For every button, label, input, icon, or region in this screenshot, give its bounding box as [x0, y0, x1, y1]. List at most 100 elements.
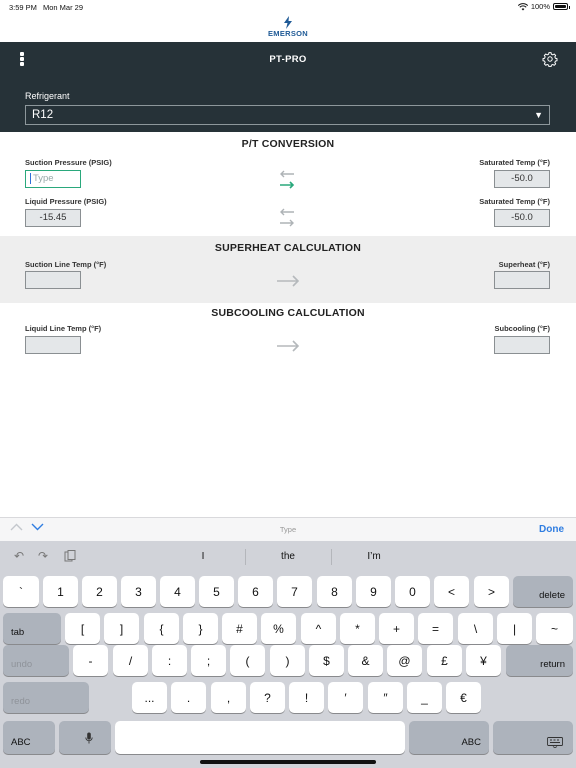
- key-label: ?: [264, 690, 271, 705]
- key[interactable]: 7: [277, 576, 312, 607]
- suction-line-temp-field[interactable]: [25, 271, 81, 289]
- saturated-temp-field-2[interactable]: -50.0: [494, 209, 550, 227]
- key[interactable]: !: [289, 682, 324, 713]
- saturated-temp-field-1[interactable]: -50.0: [494, 170, 550, 188]
- redo-key[interactable]: redo: [3, 682, 89, 713]
- suggestion-3[interactable]: I’m: [334, 551, 414, 562]
- suggestion-1[interactable]: I: [163, 551, 243, 562]
- key-label: 3: [135, 584, 142, 599]
- key[interactable]: £: [427, 645, 462, 676]
- key[interactable]: ...: [132, 682, 167, 713]
- key[interactable]: :: [152, 645, 187, 676]
- superheat-title: SUPERHEAT CALCULATION: [214, 242, 362, 254]
- abc-key[interactable]: ABC: [3, 721, 55, 754]
- key[interactable]: ): [270, 645, 305, 676]
- delete-key[interactable]: delete: [513, 576, 573, 607]
- key[interactable]: ]: [104, 613, 139, 644]
- key[interactable]: (: [230, 645, 265, 676]
- suggestion-2[interactable]: the: [248, 551, 328, 562]
- key[interactable]: $: [309, 645, 344, 676]
- key-label: /: [128, 653, 133, 668]
- subcooling-field[interactable]: [494, 336, 550, 354]
- key-label: ): [285, 653, 290, 668]
- hide-keyboard-key[interactable]: [493, 721, 573, 754]
- suction-pressure-input[interactable]: Type: [25, 170, 81, 188]
- key[interactable]: 2: [82, 576, 117, 607]
- superheat-field[interactable]: [494, 271, 550, 289]
- tab-key[interactable]: tab: [3, 613, 61, 644]
- abc-key-right[interactable]: ABC: [409, 721, 489, 754]
- done-button[interactable]: Done: [539, 524, 564, 535]
- key[interactable]: ;: [191, 645, 226, 676]
- key[interactable]: _: [407, 682, 442, 713]
- wifi-icon: [517, 2, 528, 10]
- undo-key[interactable]: undo: [3, 645, 69, 676]
- key[interactable]: 1: [43, 576, 78, 607]
- key-label: `: [19, 584, 23, 599]
- key[interactable]: 0: [395, 576, 430, 607]
- key[interactable]: ^: [301, 613, 336, 644]
- key-label: +: [392, 621, 400, 636]
- key[interactable]: }: [183, 613, 218, 644]
- undo-key-label: undo: [11, 659, 33, 670]
- key-label: ~: [550, 621, 558, 636]
- key[interactable]: €: [446, 682, 481, 713]
- key[interactable]: .: [171, 682, 206, 713]
- refrigerant-select[interactable]: R12 ▼: [25, 105, 550, 125]
- key[interactable]: 3: [121, 576, 156, 607]
- return-key[interactable]: return: [506, 645, 573, 676]
- arrow-left-icon: [280, 208, 294, 216]
- superheat-section: SUPERHEAT CALCULATION Suction Line Temp …: [0, 236, 576, 303]
- key[interactable]: <: [434, 576, 469, 607]
- key-label: €: [460, 690, 467, 705]
- key[interactable]: `: [3, 576, 39, 607]
- pt-conversion-section: P/T CONVERSION Suction Pressure (PSIG) T…: [0, 132, 576, 236]
- key-label: >: [487, 584, 495, 599]
- key[interactable]: [: [65, 613, 100, 644]
- key[interactable]: \: [458, 613, 493, 644]
- key[interactable]: +: [379, 613, 414, 644]
- arrow-right-icon: [280, 219, 294, 227]
- key[interactable]: ~: [536, 613, 573, 644]
- paste-icon[interactable]: [64, 550, 76, 563]
- key-label: -: [88, 653, 93, 668]
- key[interactable]: ,: [211, 682, 246, 713]
- key[interactable]: 8: [317, 576, 352, 607]
- key[interactable]: >: [474, 576, 509, 607]
- key[interactable]: 4: [160, 576, 195, 607]
- status-bar: 3:59 PM Mon Mar 29 100%: [0, 0, 576, 14]
- delete-key-label: delete: [539, 590, 565, 601]
- arrow-right-icon: [277, 275, 300, 287]
- key[interactable]: %: [261, 613, 296, 644]
- key[interactable]: =: [418, 613, 453, 644]
- key[interactable]: -: [73, 645, 108, 676]
- home-indicator[interactable]: [200, 760, 376, 764]
- dictation-key[interactable]: [59, 721, 111, 754]
- settings-gear-icon[interactable]: [542, 51, 558, 67]
- keyboard-dismiss-icon: [547, 737, 563, 748]
- key-label: ^: [315, 621, 322, 636]
- key[interactable]: ′: [328, 682, 363, 713]
- key[interactable]: {: [144, 613, 179, 644]
- key[interactable]: 6: [238, 576, 273, 607]
- liquid-pressure-field[interactable]: -15.45: [25, 209, 81, 227]
- key[interactable]: |: [497, 613, 532, 644]
- app-header: PT-PRO Refrigerant R12 ▼: [0, 42, 576, 132]
- keyboard-suggestion-bar: ↶ ↷ I the I’m: [0, 541, 576, 572]
- key[interactable]: *: [340, 613, 375, 644]
- space-bar[interactable]: [115, 721, 405, 754]
- key[interactable]: #: [222, 613, 257, 644]
- key[interactable]: 9: [356, 576, 391, 607]
- key[interactable]: ?: [250, 682, 285, 713]
- key[interactable]: @: [387, 645, 422, 676]
- key[interactable]: 5: [199, 576, 234, 607]
- battery-icon: [553, 3, 570, 10]
- undo-icon[interactable]: ↶: [14, 549, 24, 563]
- key[interactable]: ″: [368, 682, 403, 713]
- redo-icon[interactable]: ↷: [38, 549, 48, 563]
- liquid-line-temp-field[interactable]: [25, 336, 81, 354]
- key[interactable]: &: [348, 645, 383, 676]
- key-label: (: [245, 653, 250, 668]
- key[interactable]: /: [113, 645, 148, 676]
- key[interactable]: ¥: [466, 645, 501, 676]
